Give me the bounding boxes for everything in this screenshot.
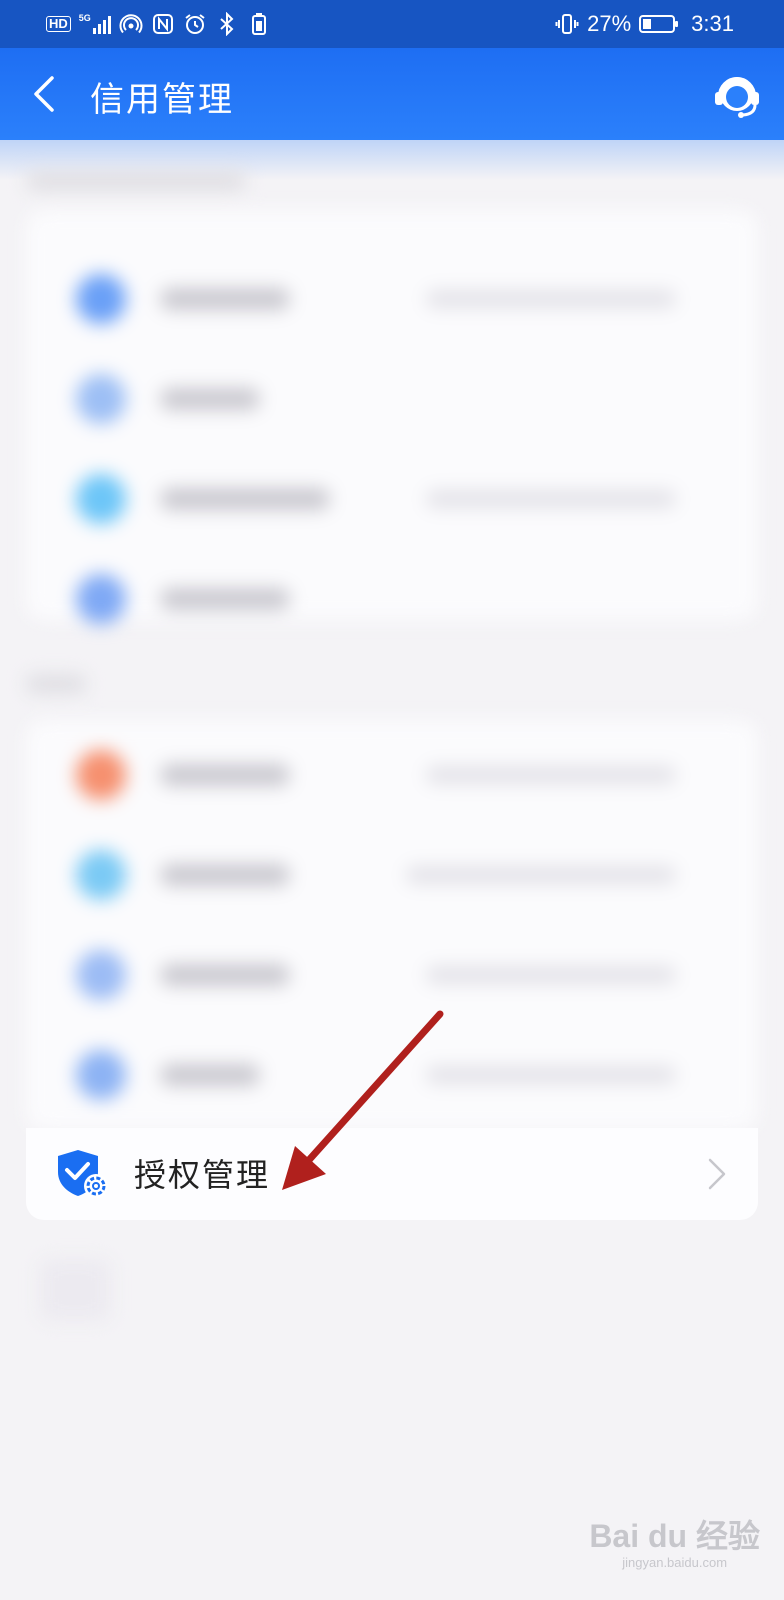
- battery-fill: [643, 19, 651, 29]
- authorization-management-label: 授权管理: [134, 1156, 271, 1194]
- customer-service-button[interactable]: [712, 70, 762, 120]
- blurred-section-header: [26, 675, 86, 693]
- blurred-card-1: [26, 210, 758, 624]
- page-title: 信用管理: [90, 80, 234, 120]
- blurred-section-header: [26, 172, 246, 190]
- watermark-url: jingyan.baidu.com: [622, 1555, 728, 1570]
- alarm-icon: [183, 12, 207, 36]
- shield-check-gear-icon: [56, 1146, 112, 1202]
- blurred-row: [26, 250, 758, 350]
- bluetooth-icon: [215, 12, 239, 36]
- back-button[interactable]: [28, 74, 62, 114]
- watermark-logo: Bai du 经验: [589, 1518, 760, 1554]
- battery-saver-icon: [247, 12, 271, 36]
- blurred-row: [26, 826, 758, 926]
- status-right: 27% 3:31: [555, 11, 734, 37]
- customer-service-icon: [715, 77, 759, 118]
- blurred-card-2: [26, 720, 758, 1130]
- battery-icon: [639, 15, 679, 33]
- network-label: 5G: [78, 13, 91, 23]
- hd-icon: HD: [46, 16, 71, 32]
- nav-bar: 信用管理: [0, 48, 784, 140]
- blurred-row: [26, 350, 758, 450]
- blurred-footer: [40, 1260, 110, 1320]
- blurred-row: [26, 726, 758, 826]
- signal-5g-icon: 5G: [79, 14, 111, 34]
- hotspot-icon: [119, 12, 143, 36]
- blurred-row: [26, 926, 758, 1026]
- baidu-watermark: Bai du 经验 jingyan.baidu.com: [589, 1511, 760, 1570]
- blurred-row: [26, 1026, 758, 1126]
- blurred-row: [26, 550, 758, 650]
- battery-percent: 27%: [587, 11, 632, 36]
- nfc-icon: [151, 12, 175, 36]
- blurred-row: [26, 450, 758, 550]
- status-left: HD 5G: [46, 12, 271, 36]
- vibrate-icon: [555, 12, 579, 36]
- chevron-left-icon: [34, 76, 54, 112]
- authorization-management-row[interactable]: 授权管理: [26, 1128, 758, 1220]
- chevron-right-icon: [704, 1156, 730, 1192]
- status-bar: HD 5G 27% 3:31: [0, 0, 784, 48]
- clock: 3:31: [691, 11, 734, 36]
